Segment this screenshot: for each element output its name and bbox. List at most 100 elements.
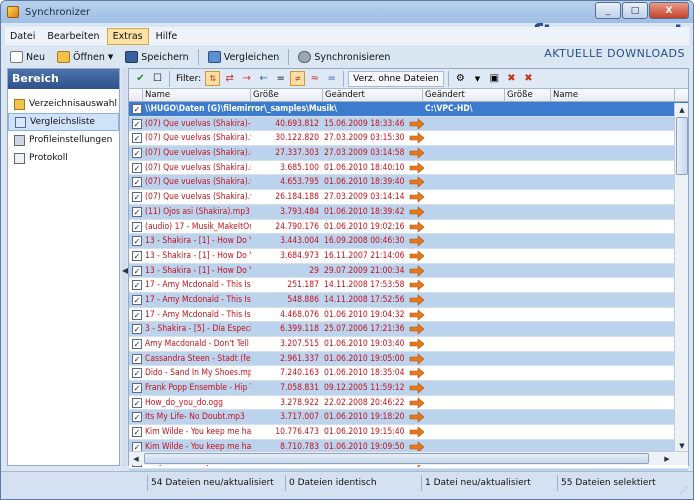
horizontal-scrollbar[interactable]: ◀ ▶ (129, 451, 688, 465)
table-row[interactable]: ✓ (11) Ojos asi (Shakira).mp3 3.793.484 01.… (129, 204, 688, 220)
row-checkbox[interactable]: ✓ (132, 104, 142, 114)
row-checkbox[interactable]: ✓ (132, 177, 142, 188)
header-changed-right[interactable]: Geändert (423, 89, 505, 102)
copy-right-arrow-icon[interactable] (409, 279, 425, 291)
row-checkbox[interactable]: ✓ (132, 427, 142, 438)
copy-right-arrow-icon[interactable] (409, 426, 425, 438)
delete-icon[interactable]: ✖ (504, 71, 519, 86)
table-row[interactable]: ✓(07) Que vuelvas (Shakira).m4a 27.337.30… (129, 146, 688, 161)
hscroll-thumb[interactable] (144, 453, 649, 464)
row-checkbox[interactable]: ✓ (132, 353, 142, 364)
filter-unequal-toggle[interactable]: ≠ (290, 71, 306, 86)
row-checkbox[interactable]: ✓ (132, 221, 142, 232)
uncheck-all-icon[interactable]: ☐ (150, 71, 165, 86)
scroll-thumb[interactable] (676, 117, 688, 175)
table-row[interactable]: ✓(07) Que vuelvas (Shakira).wma 4.653.795… (129, 175, 688, 191)
dirs-without-files-button[interactable]: Verz. ohne Dateien (348, 70, 444, 87)
row-checkbox[interactable]: ✓ (132, 162, 142, 173)
copy-right-arrow-icon[interactable] (409, 382, 425, 394)
splitter-handle[interactable]: ◀ (122, 68, 128, 466)
table-row[interactable]: ✓(07) Que vuelvas (Shakira)-instrume 40.6… (129, 116, 688, 132)
row-checkbox[interactable]: ✓ (132, 118, 142, 129)
table-row[interactable]: ✓13 - Shakira - [1] - How Do You Do. 29 29… (129, 263, 688, 279)
copy-right-arrow-icon[interactable] (409, 411, 425, 424)
close-button[interactable]: X (649, 2, 689, 19)
header-name-left[interactable]: Name (143, 89, 251, 102)
row-checkbox[interactable]: ✓ (132, 412, 142, 423)
header-size-left[interactable]: Größe (251, 89, 323, 102)
copy-right-arrow-icon[interactable] (409, 323, 425, 335)
maximize-button[interactable]: □ (622, 2, 648, 19)
root-folder-row[interactable]: ✓ \\HUGO\Daten (G)\filemirror\_samples\M… (129, 102, 688, 117)
copy-right-arrow-icon[interactable] (409, 250, 425, 262)
copy-right-arrow-icon[interactable] (409, 353, 425, 365)
header-changed-left[interactable]: Geändert (323, 89, 423, 102)
copy-right-arrow-icon[interactable] (409, 235, 425, 247)
table-row[interactable]: ✓17 - Amy Mcdonald - This Is The Life 548… (129, 292, 688, 308)
copy-right-arrow-icon[interactable] (409, 191, 425, 203)
header-name-right[interactable]: Name (551, 89, 675, 102)
table-row[interactable]: ✓Cassandra Steen - Stadt (feat. Adel 2.96… (129, 351, 688, 367)
copy-right-arrow-icon[interactable] (409, 294, 425, 306)
table-row[interactable]: ✓(07) Que vuelvas (Shakira).flac 30.122.8… (129, 131, 688, 147)
copy-right-arrow-icon[interactable] (409, 220, 425, 233)
filter-equal-icon[interactable]: = (273, 71, 288, 86)
row-checkbox[interactable]: ✓ (132, 148, 142, 159)
menu-datei[interactable]: Datei (5, 29, 40, 44)
table-row[interactable]: ✓3 - Shakira - [5] - Día Especial.mp3 6.3… (129, 322, 688, 337)
open-button[interactable]: Öffnen ▼ (52, 48, 118, 67)
table-row[interactable]: ✓13 - Shakira - [1] - How Do You Do. 3.68… (129, 248, 688, 264)
table-row[interactable]: ✓ How_do_you_do.ogg 3.278.922 22.02.2008 20… (129, 395, 688, 411)
scroll-left-icon[interactable]: ◀ (129, 452, 143, 465)
row-checkbox[interactable]: ✓ (132, 236, 142, 247)
sidebar-item-profileinstellungen[interactable]: Profileinstellungen (8, 131, 119, 149)
menu-extras[interactable]: Extras (106, 27, 149, 45)
table-row[interactable]: ✓Frank Popp Ensemble - Hip Teens D 7.058.… (129, 381, 688, 396)
preview-icon[interactable]: ▣ (487, 71, 502, 86)
table-row[interactable]: ✓Kim Wilde - You keep me hangin' on 10.77… (129, 425, 688, 440)
sidebar-item-verzeichnisauswahl[interactable]: Verzeichnisauswahl (8, 95, 119, 113)
row-checkbox[interactable]: ✓ (132, 133, 142, 144)
copy-right-arrow-icon[interactable] (409, 397, 425, 409)
menu-hilfe[interactable]: Hilfe (151, 29, 183, 44)
table-row[interactable]: ✓ (07) Que vuelvas (Shakira).wv 26.184.188… (129, 190, 688, 205)
table-row[interactable]: ✓13 - Shakira - [1] - How Do You Do. 3.44… (129, 234, 688, 249)
row-checkbox[interactable]: ✓ (132, 383, 142, 394)
copy-right-arrow-icon[interactable] (409, 338, 425, 350)
delete-both-icon[interactable]: ✖ (521, 71, 536, 86)
row-checkbox[interactable]: ✓ (132, 280, 142, 291)
filter-missing-icon[interactable]: = (324, 71, 339, 86)
compare-button[interactable]: Vergleichen (203, 48, 285, 67)
save-button[interactable]: Speichern (120, 48, 193, 67)
sidebar-item-protokoll[interactable]: Protokoll (8, 149, 119, 167)
row-checkbox[interactable]: ✓ (132, 339, 142, 349)
copy-right-arrow-icon[interactable] (409, 308, 425, 321)
chevron-down-icon[interactable]: ▼ (470, 71, 485, 86)
check-all-icon[interactable]: ✔ (133, 71, 148, 86)
vertical-scrollbar[interactable]: ▲ ▼ (674, 103, 688, 453)
filter-sync-toggle[interactable]: ⇅ (205, 71, 221, 86)
table-row[interactable]: ✓ Dido - Sand In My Shoes.mp3 7.240.163 01.… (129, 366, 688, 382)
new-button[interactable]: Neu (5, 48, 50, 67)
row-checkbox[interactable]: ✓ (132, 397, 142, 408)
resize-grip-icon[interactable]: ⋰ (680, 486, 690, 496)
view-options-icon[interactable]: ⚙ (453, 71, 468, 86)
scroll-right-icon[interactable]: ▶ (660, 452, 674, 465)
filter-left-icon[interactable]: ← (256, 71, 271, 86)
table-row[interactable]: ✓ Its My Life- No Doubt.mp3 3.717.007 01.06… (129, 410, 688, 426)
sync-button[interactable]: Synchronisieren (293, 48, 395, 67)
table-row[interactable]: ✓(07) Que vuelvas (Shakira).mp3 3.685.100… (129, 160, 688, 176)
filter-right-icon[interactable]: → (239, 71, 254, 86)
row-checkbox[interactable]: ✓ (132, 309, 142, 320)
sidebar-item-vergleichsliste[interactable]: Vergleichsliste (8, 113, 119, 131)
copy-right-arrow-icon[interactable] (409, 206, 425, 218)
table-row[interactable]: ✓Amy Macdonald - Don't Tell Me That 3.207… (129, 337, 688, 352)
header-size-right[interactable]: Größe (505, 89, 551, 102)
table-row[interactable]: ✓17 - Amy Mcdonald - This Is The Life 251… (129, 278, 688, 293)
scroll-up-icon[interactable]: ▲ (675, 103, 689, 117)
row-checkbox[interactable]: ✓ (132, 324, 142, 335)
copy-right-arrow-icon[interactable] (409, 264, 425, 277)
copy-right-arrow-icon[interactable] (409, 132, 425, 145)
row-checkbox[interactable]: ✓ (132, 206, 142, 217)
copy-right-arrow-icon[interactable] (409, 118, 425, 130)
